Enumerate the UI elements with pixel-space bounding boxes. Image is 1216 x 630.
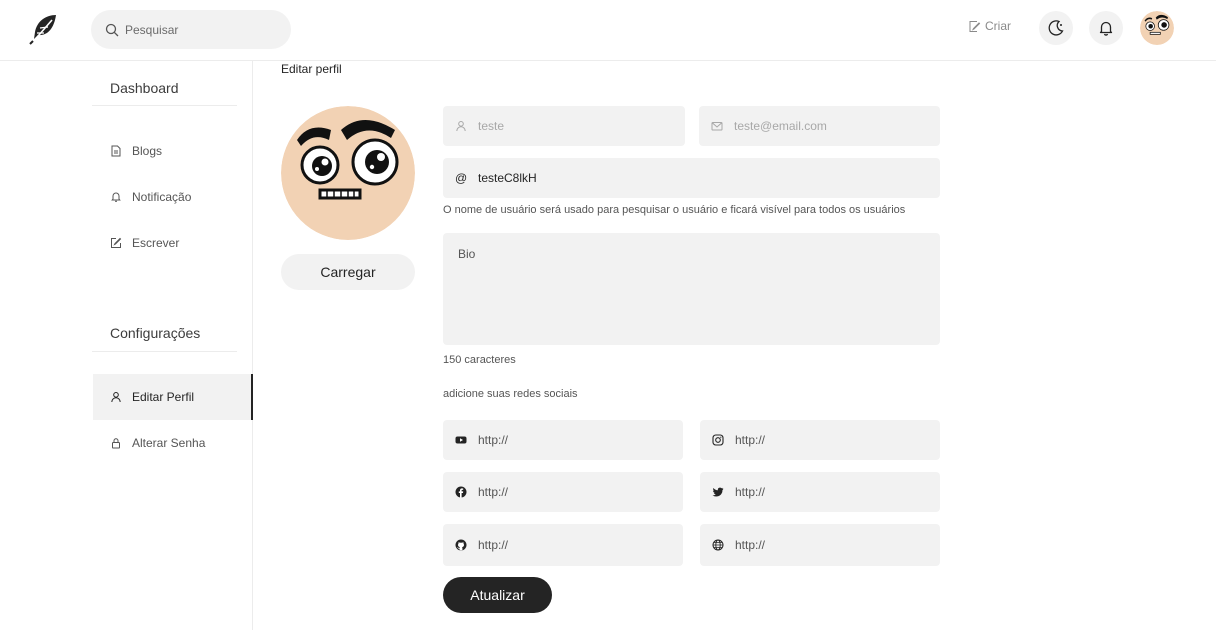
- globe-icon: [712, 539, 724, 551]
- fullname-field[interactable]: [443, 106, 685, 146]
- email-field[interactable]: [699, 106, 940, 146]
- at-sign-icon: @: [455, 171, 468, 185]
- document-icon: [111, 145, 121, 157]
- youtube-link-field[interactable]: [443, 420, 683, 460]
- email-input[interactable]: [734, 119, 918, 133]
- sidebar-item-label: Escrever: [132, 236, 180, 250]
- sidebar-item-edit-profile[interactable]: Editar Perfil: [93, 374, 253, 420]
- top-navbar: Criar: [0, 0, 1216, 61]
- divider: [92, 105, 237, 106]
- edit-icon: [111, 237, 122, 248]
- website-link-input[interactable]: [735, 538, 918, 552]
- update-profile-button[interactable]: Atualizar: [443, 577, 552, 613]
- twitter-link-input[interactable]: [735, 485, 918, 499]
- profile-avatar: [281, 106, 415, 240]
- user-avatar[interactable]: [1140, 11, 1174, 45]
- sidebar: Dashboard Blogs Notificação Escrever Con…: [0, 61, 253, 630]
- create-button[interactable]: Criar: [968, 19, 1011, 33]
- feather-logo-icon[interactable]: [28, 12, 60, 46]
- sidebar-item-change-password[interactable]: Alterar Senha: [93, 420, 253, 466]
- bio-textarea[interactable]: [443, 233, 940, 345]
- instagram-link-input[interactable]: [735, 433, 918, 447]
- page-title: Editar perfil: [281, 62, 342, 76]
- search-bar[interactable]: [91, 10, 291, 49]
- github-link-input[interactable]: [478, 538, 661, 552]
- youtube-icon: [455, 436, 467, 444]
- divider: [92, 351, 237, 352]
- username-hint: O nome de usuário será usado para pesqui…: [443, 204, 906, 216]
- sidebar-item-write[interactable]: Escrever: [93, 220, 253, 266]
- user-icon: [111, 392, 121, 403]
- facebook-link-field[interactable]: [443, 472, 683, 512]
- facebook-icon: [455, 486, 467, 498]
- sidebar-item-label: Notificação: [132, 190, 192, 204]
- sidebar-item-label: Editar Perfil: [132, 390, 195, 404]
- settings-heading: Configurações: [110, 325, 201, 341]
- bell-icon: [111, 192, 121, 202]
- search-input[interactable]: [125, 22, 275, 37]
- sidebar-item-blogs[interactable]: Blogs: [93, 128, 253, 174]
- upload-avatar-button[interactable]: Carregar: [281, 254, 415, 290]
- username-input[interactable]: [478, 171, 866, 185]
- username-field[interactable]: @: [443, 158, 940, 198]
- sidebar-item-label: Alterar Senha: [132, 436, 206, 450]
- bio-character-counter: 150 caracteres: [443, 354, 516, 366]
- bell-icon: [1099, 21, 1113, 36]
- instagram-link-field[interactable]: [700, 420, 940, 460]
- fullname-input[interactable]: [478, 119, 662, 133]
- mail-icon: [711, 122, 723, 131]
- github-icon: [455, 539, 467, 551]
- notifications-button[interactable]: [1089, 11, 1123, 45]
- instagram-icon: [712, 434, 724, 446]
- social-links-heading: adicione suas redes sociais: [443, 388, 578, 400]
- sidebar-item-notifications[interactable]: Notificação: [93, 174, 253, 220]
- website-link-field[interactable]: [700, 524, 940, 566]
- dashboard-heading: Dashboard: [110, 80, 179, 96]
- write-icon: [969, 20, 981, 32]
- create-label: Criar: [985, 19, 1011, 33]
- youtube-link-input[interactable]: [478, 433, 661, 447]
- github-link-field[interactable]: [443, 524, 683, 566]
- lock-icon: [112, 438, 120, 449]
- twitter-icon: [712, 487, 724, 497]
- search-icon: [105, 23, 119, 36]
- twitter-link-field[interactable]: [700, 472, 940, 512]
- user-icon: [456, 121, 466, 132]
- facebook-link-input[interactable]: [478, 485, 661, 499]
- sidebar-item-label: Blogs: [132, 144, 163, 158]
- theme-toggle-button[interactable]: [1039, 11, 1073, 45]
- moon-icon: [1048, 20, 1064, 36]
